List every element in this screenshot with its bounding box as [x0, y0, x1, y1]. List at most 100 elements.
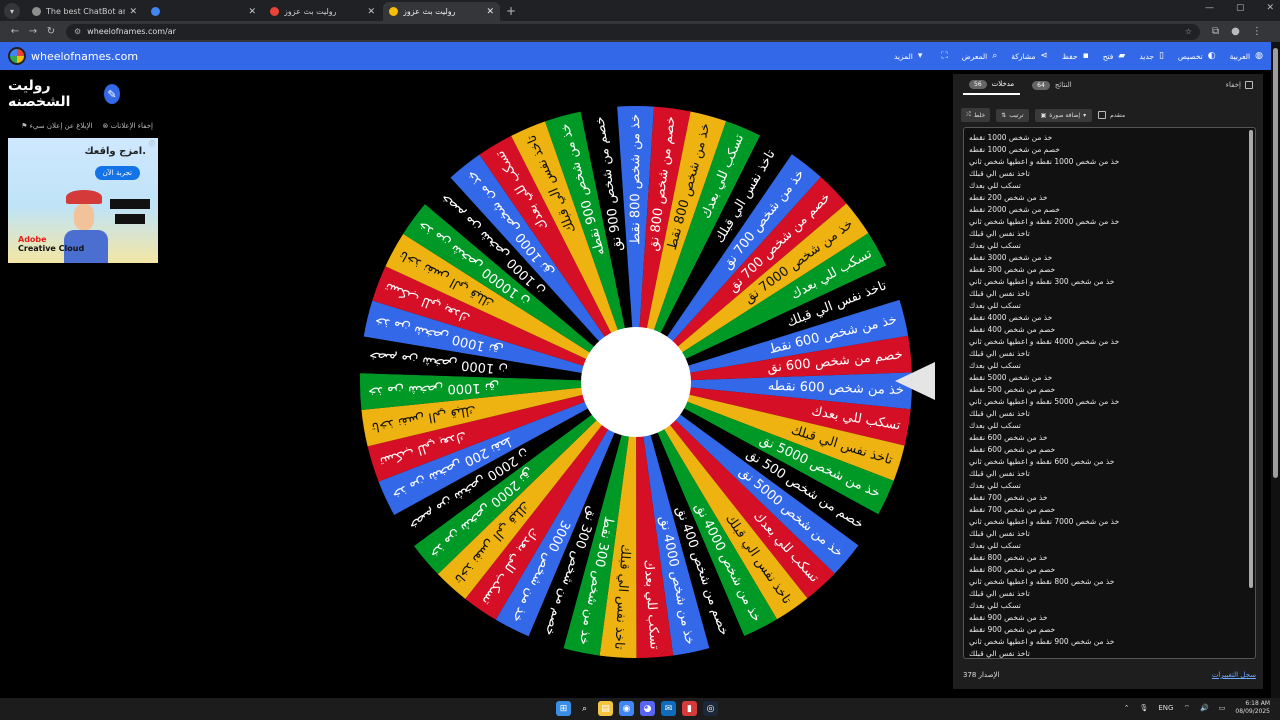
- entry-line[interactable]: خذ من شخص 7000 نقطه و اعطيها شخص ثاني: [969, 516, 1250, 528]
- clock[interactable]: 6:18 AM 08/09/2025: [1235, 700, 1270, 716]
- entry-line[interactable]: تاخذ نفس الي قبلك: [969, 408, 1250, 420]
- entry-line[interactable]: خذ من شخص 4000 نقطه: [969, 312, 1250, 324]
- edit-title-icon[interactable]: ✎: [103, 84, 120, 104]
- tab-search-button[interactable]: ▾: [4, 3, 20, 19]
- entry-line[interactable]: خذ من شخص 1000 نقطه و اعطيها شخص ثاني: [969, 156, 1250, 168]
- page-scrollbar[interactable]: [1271, 42, 1280, 698]
- entry-line[interactable]: تسكب للي بعدك: [969, 540, 1250, 552]
- entry-line[interactable]: خذ من شخص 800 نقطه و اعطيها شخص ثاني: [969, 576, 1250, 588]
- mic-icon[interactable]: 🎙: [1139, 704, 1148, 712]
- menu-item-folder[interactable]: فتح ▰: [1103, 51, 1126, 61]
- chrome-icon[interactable]: ◉: [619, 701, 634, 716]
- advertisement[interactable]: ⓘ امزج واقعك. تجربة الآن Adobe Creative …: [8, 138, 158, 263]
- reload-icon[interactable]: ↻: [42, 26, 60, 37]
- new-tab-button[interactable]: +: [506, 4, 516, 18]
- hide-panel-toggle[interactable]: إخفاء: [1226, 81, 1253, 89]
- entry-line[interactable]: تسكب للي بعدك: [969, 420, 1250, 432]
- brand-name[interactable]: wheelofnames.com: [31, 50, 138, 63]
- hide-checkbox[interactable]: [1245, 81, 1253, 89]
- menu-item-fullscreen[interactable]: ⛶: [936, 51, 947, 61]
- changelog-link[interactable]: سجل التغييرات: [1212, 671, 1256, 679]
- entry-line[interactable]: تسكب للي بعدك: [969, 240, 1250, 252]
- discord-icon[interactable]: ◕: [640, 701, 655, 716]
- entry-line[interactable]: خذ من شخص 200 نقطه: [969, 192, 1250, 204]
- wheel-svg[interactable]: خذ من شخص 600 نقطهتسكب للي بعدكتاخذ نفس …: [360, 106, 912, 658]
- windows-icon[interactable]: ⊞: [556, 701, 571, 716]
- app-icon[interactable]: ▮: [682, 701, 697, 716]
- menu-item-share[interactable]: مشاركة ⋖: [1011, 51, 1048, 61]
- entry-line[interactable]: تسكب للي بعدك: [969, 600, 1250, 612]
- entry-line[interactable]: خصم من شخص 800 نقطه: [969, 564, 1250, 576]
- entry-line[interactable]: خصم من شخص 2000 نقطه: [969, 204, 1250, 216]
- entry-line[interactable]: تاخذ نفس الي قبلك: [969, 588, 1250, 600]
- menu-item-search[interactable]: المعرض ⌕: [962, 51, 998, 61]
- ad-cta-button[interactable]: تجربة الآن: [94, 166, 140, 180]
- entry-line[interactable]: خذ من شخص 2000 نقطه و اعطيها شخص ثاني: [969, 216, 1250, 228]
- entry-line[interactable]: خذ من شخص 800 نقطه: [969, 552, 1250, 564]
- entry-line[interactable]: خصم من شخص 300 نقطه: [969, 264, 1250, 276]
- outlook-icon[interactable]: ✉: [661, 701, 676, 716]
- close-tab-icon[interactable]: ✕: [486, 7, 494, 17]
- search-icon[interactable]: ⌕: [577, 701, 592, 716]
- language-indicator[interactable]: ENG: [1158, 704, 1173, 712]
- entry-line[interactable]: تسكب للي بعدك: [969, 180, 1250, 192]
- entry-line[interactable]: تاخذ نفس الي قبلك: [969, 348, 1250, 360]
- entry-line[interactable]: خصم من شخص 600 نقطه: [969, 444, 1250, 456]
- wheel-logo-icon[interactable]: [8, 47, 26, 65]
- entry-line[interactable]: تاخذ نفس الي قبلك: [969, 648, 1250, 658]
- entry-line[interactable]: خذ من شخص 600 نقطه: [969, 432, 1250, 444]
- bookmark-star-icon[interactable]: ☆: [1185, 27, 1192, 36]
- forward-icon[interactable]: →: [24, 26, 42, 37]
- entry-line[interactable]: خذ من شخص 900 نقطه و اعطيها شخص ثاني: [969, 636, 1250, 648]
- entry-line[interactable]: خصم من شخص 500 نقطه: [969, 384, 1250, 396]
- add-image-button[interactable]: ▣ إضافة صورة ▾: [1034, 108, 1093, 122]
- entry-line[interactable]: تاخذ نفس الي قبلك: [969, 168, 1250, 180]
- advanced-checkbox[interactable]: [1098, 111, 1107, 119]
- entry-line[interactable]: خذ من شخص 300 نقطه و اعطيها شخص ثاني: [969, 276, 1250, 288]
- tray-chevron-icon[interactable]: ⌃: [1124, 704, 1130, 712]
- entry-line[interactable]: تاخذ نفس الي قبلك: [969, 528, 1250, 540]
- browser-tab[interactable]: The best ChatBot and Widgets✕: [26, 2, 143, 21]
- entry-line[interactable]: تسكب للي بعدك: [969, 480, 1250, 492]
- maximize-icon[interactable]: ▢: [1236, 3, 1245, 13]
- shuffle-button[interactable]: ⤮ خلط: [961, 108, 991, 122]
- steam-icon[interactable]: ◎: [703, 701, 718, 716]
- wheel-center-button[interactable]: [581, 327, 691, 437]
- browser-tab[interactable]: ✕: [145, 2, 262, 21]
- entry-line[interactable]: خصم من شخص 900 نقطه: [969, 624, 1250, 636]
- entries-textarea[interactable]: خذ من شخص 1000 نقطه خصم من شخص 1000 نقطه خ…: [963, 127, 1256, 659]
- browser-tab[interactable]: روليت بث عزوز ✕: [264, 2, 381, 21]
- ad-info-icon[interactable]: ⓘ: [149, 139, 155, 148]
- profile-icon[interactable]: ●: [1231, 26, 1240, 37]
- volume-icon[interactable]: 🔊: [1200, 704, 1209, 712]
- entry-line[interactable]: خذ من شخص 3000 نقطه: [969, 252, 1250, 264]
- close-tab-icon[interactable]: ✕: [248, 7, 256, 17]
- entry-line[interactable]: تسكب للي بعدك: [969, 300, 1250, 312]
- entry-line[interactable]: خصم من شخص 700 نقطه: [969, 504, 1250, 516]
- entry-line[interactable]: خذ من شخص 700 نقطه: [969, 492, 1250, 504]
- sort-button[interactable]: ⇅ ترتيب: [996, 108, 1029, 122]
- entry-line[interactable]: خذ من شخص 5000 نقطه: [969, 372, 1250, 384]
- entry-line[interactable]: خذ من شخص 5000 نقطه و اعطيها شخص ثاني: [969, 396, 1250, 408]
- battery-icon[interactable]: ▭: [1219, 704, 1226, 712]
- network-icon[interactable]: ⌔: [1183, 704, 1190, 713]
- close-tab-icon[interactable]: ✕: [367, 7, 375, 17]
- back-icon[interactable]: ←: [6, 26, 24, 37]
- entry-line[interactable]: خصم من شخص 1000 نقطه: [969, 144, 1250, 156]
- entry-line[interactable]: تاخذ نفس الي قبلك: [969, 288, 1250, 300]
- entries-scrollbar[interactable]: [1249, 130, 1253, 588]
- entry-line[interactable]: خذ من شخص 4000 نقطه و اعطيها شخص ثاني: [969, 336, 1250, 348]
- close-tab-icon[interactable]: ✕: [129, 7, 137, 17]
- minimize-icon[interactable]: —: [1205, 3, 1214, 13]
- entry-line[interactable]: خذ من شخص 900 نقطه: [969, 612, 1250, 624]
- site-info-icon[interactable]: ⚙: [74, 27, 81, 36]
- menu-item-globe[interactable]: العربية ◍: [1230, 51, 1263, 61]
- panel-tab-entries[interactable]: 56 مدخلات: [963, 76, 1021, 95]
- close-window-icon[interactable]: ✕: [1266, 3, 1274, 13]
- advanced-toggle[interactable]: متقدم: [1098, 111, 1125, 119]
- browser-tab[interactable]: روليت بث عزوز ✕: [383, 2, 500, 21]
- menu-item-save[interactable]: حفظ ▪: [1062, 51, 1089, 61]
- hide-ads-link[interactable]: ⊗ إخفاء الإعلانات: [102, 122, 153, 130]
- menu-item-file[interactable]: جديد ▯: [1139, 51, 1164, 61]
- panel-tab-results[interactable]: 64 النتائج: [1026, 76, 1078, 95]
